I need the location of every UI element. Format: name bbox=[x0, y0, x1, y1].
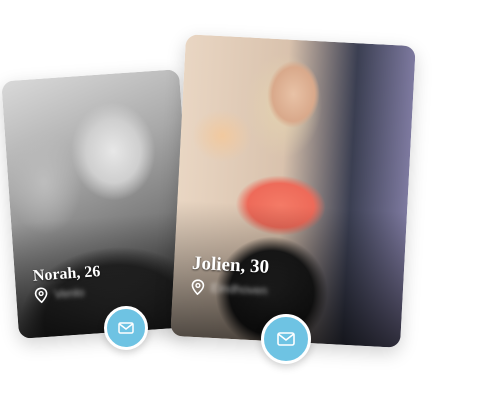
profile-location: Eindhoven bbox=[210, 280, 268, 298]
profile-cards-stage: Norah, 26 Venlo Jolien, 30 Eindhoven bbox=[0, 0, 500, 400]
envelope-icon bbox=[277, 332, 295, 346]
profile-name: Jolien, 30 bbox=[191, 252, 270, 278]
map-pin-icon bbox=[34, 287, 49, 304]
profile-card-jolien[interactable]: Jolien, 30 Eindhoven bbox=[170, 34, 416, 348]
profile-card-norah[interactable]: Norah, 26 Venlo bbox=[1, 69, 197, 339]
message-button-jolien[interactable] bbox=[261, 314, 311, 364]
map-pin-icon bbox=[190, 279, 205, 296]
message-button-norah[interactable] bbox=[104, 306, 148, 350]
envelope-icon bbox=[118, 322, 134, 334]
profile-location: Venlo bbox=[53, 285, 85, 302]
